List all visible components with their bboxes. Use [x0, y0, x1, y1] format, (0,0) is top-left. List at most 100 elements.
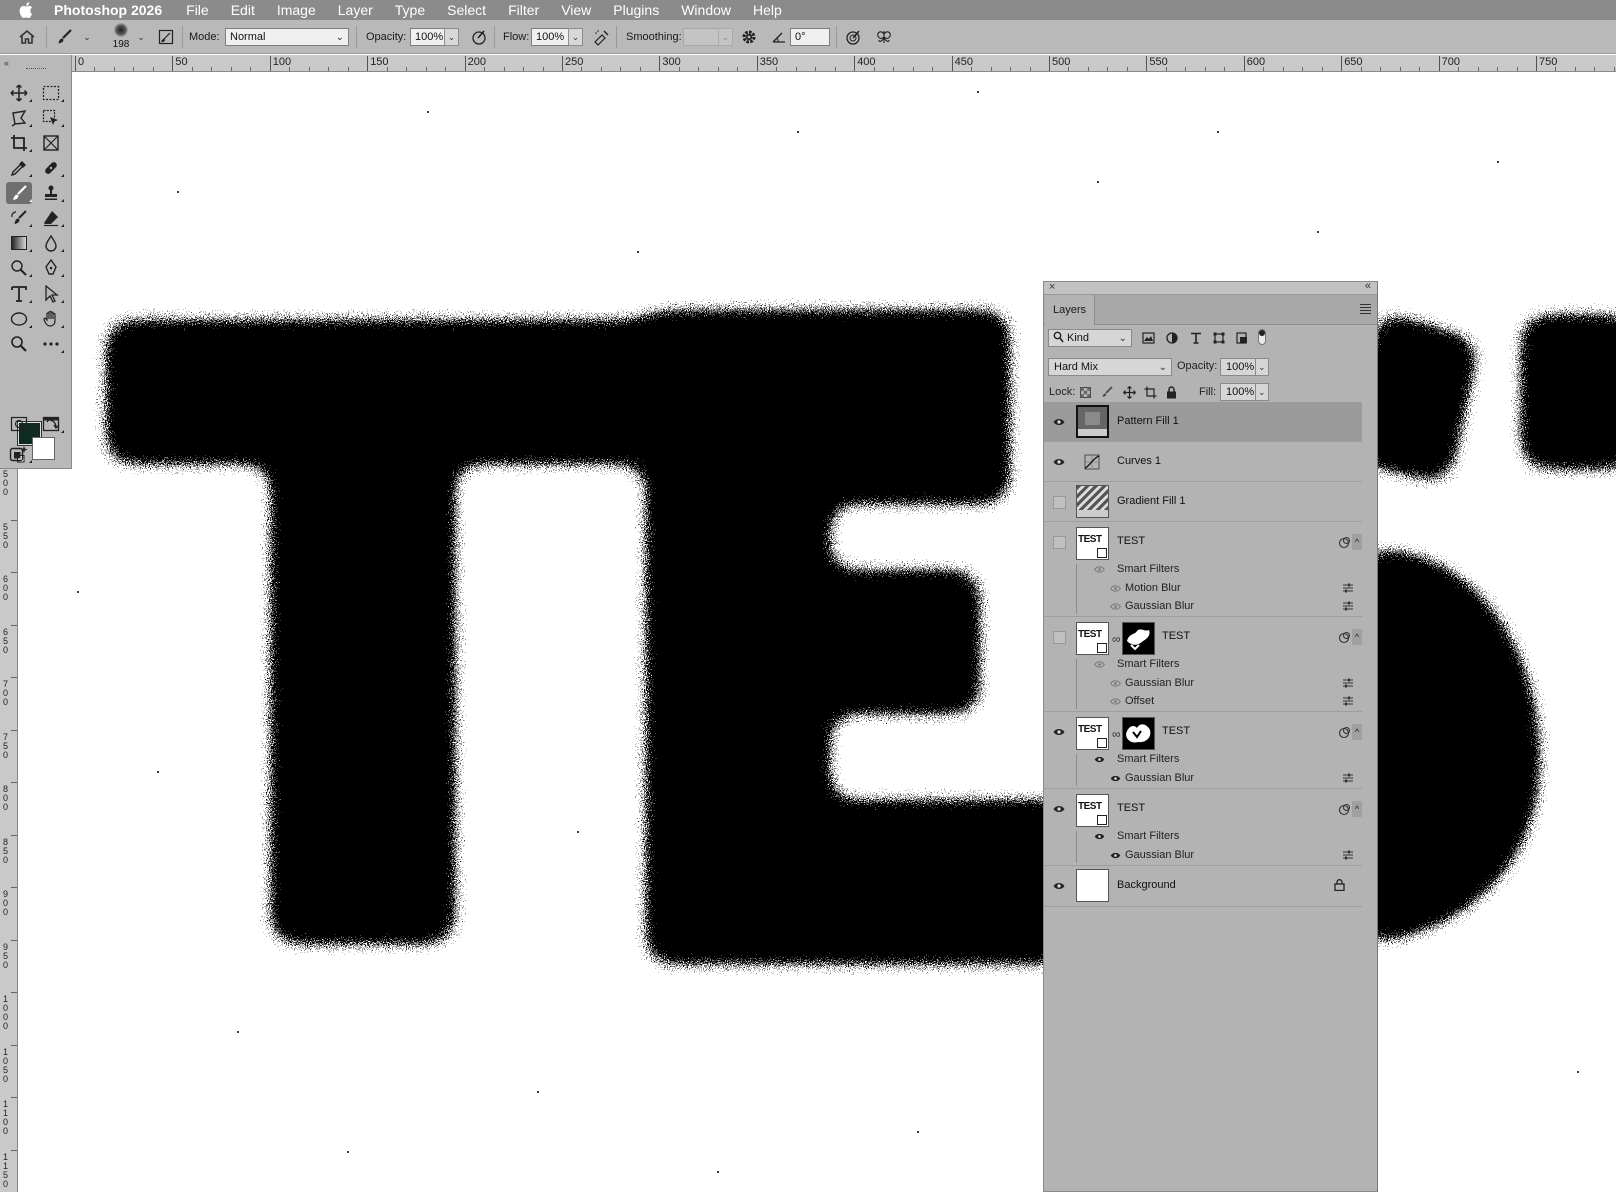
marquee-icon[interactable] — [38, 82, 64, 104]
filter-row-gaussian-blur[interactable]: Gaussian Blur — [1076, 597, 1362, 615]
frame-icon[interactable] — [38, 132, 64, 154]
eye-icon[interactable] — [1052, 725, 1066, 739]
layer-opacity-dropdown[interactable]: ⌄ — [1255, 358, 1269, 376]
chevron-down-icon[interactable]: ⌄ — [134, 26, 148, 48]
layer-row-test-4[interactable]: TEST TEST ^ Smart Filters Gaussian Blur — [1044, 789, 1362, 866]
eye-icon[interactable] — [1052, 879, 1066, 893]
lock-artboard-icon[interactable] — [1142, 384, 1158, 400]
chevron-down-icon[interactable]: ⌄ — [80, 26, 94, 48]
move-icon[interactable] — [6, 82, 32, 104]
fill-input[interactable]: 100% — [1220, 383, 1256, 401]
panel-collapse-icon[interactable]: « — [1365, 280, 1371, 292]
brush-size-preview[interactable]: 198 — [106, 23, 136, 53]
layer-row-test-1[interactable]: TEST TEST ^ Smart Filters Motion Blur Ga… — [1044, 522, 1362, 617]
visibility-toggle[interactable] — [1052, 535, 1066, 549]
layer-name[interactable]: Background — [1117, 879, 1176, 891]
filter-options-icon[interactable] — [1342, 600, 1354, 612]
menu-window[interactable]: Window — [670, 0, 742, 20]
eye-icon[interactable] — [1092, 657, 1106, 671]
filter-row-offset[interactable]: Offset — [1076, 692, 1362, 710]
layer-row-test-3[interactable]: TEST ∞ TEST ^ Smart Filters Gaussian Blu… — [1044, 712, 1362, 789]
filter-row-motion-blur[interactable]: Motion Blur — [1076, 579, 1362, 597]
lock-icon[interactable] — [1334, 879, 1345, 891]
screen-mode-icon[interactable] — [38, 413, 64, 435]
dodge-icon[interactable] — [6, 257, 32, 279]
chevron-up-icon[interactable]: ^ — [1352, 801, 1362, 817]
brush-preset-icon[interactable] — [54, 26, 76, 48]
smoothing-dropdown[interactable]: ⌄ — [718, 28, 733, 46]
airbrush-icon[interactable] — [590, 26, 612, 48]
eye-icon[interactable] — [1092, 752, 1106, 766]
menu-filter[interactable]: Filter — [497, 0, 550, 20]
pressure-opacity-icon[interactable] — [468, 26, 490, 48]
apple-icon[interactable] — [16, 0, 36, 20]
layer-name[interactable]: TEST — [1162, 725, 1190, 737]
eyedropper-icon[interactable] — [6, 157, 32, 179]
eye-icon[interactable] — [1092, 829, 1106, 843]
layer-row-background[interactable]: Background — [1044, 866, 1362, 907]
lock-pixels-icon[interactable] — [1099, 384, 1115, 400]
history-brush-icon[interactable] — [6, 207, 32, 229]
object-select-icon[interactable] — [38, 107, 64, 129]
lock-all-icon[interactable] — [1163, 384, 1179, 400]
lasso-icon[interactable] — [6, 107, 32, 129]
visibility-toggle[interactable] — [1052, 630, 1066, 644]
app-menu[interactable]: Photoshop 2026 — [46, 0, 175, 20]
generative-icon[interactable] — [6, 443, 32, 465]
pen-icon[interactable] — [38, 257, 64, 279]
layer-list-scrollbar[interactable] — [1362, 522, 1370, 908]
layer-name[interactable]: TEST — [1117, 802, 1145, 814]
filter-row-gaussian-blur[interactable]: Gaussian Blur — [1076, 769, 1362, 787]
smart-filters-row[interactable]: Smart Filters — [1076, 750, 1362, 768]
visibility-toggle[interactable] — [1052, 495, 1066, 509]
filter-pixel-icon[interactable] — [1140, 330, 1156, 346]
menu-plugins[interactable]: Plugins — [602, 0, 670, 20]
home-icon[interactable] — [16, 26, 38, 48]
filter-options-icon[interactable] — [1342, 677, 1354, 689]
filter-options-icon[interactable] — [1342, 772, 1354, 784]
eye-icon[interactable] — [1108, 771, 1122, 785]
link-icon[interactable]: ∞ — [1112, 727, 1121, 741]
fill-dropdown[interactable]: ⌄ — [1255, 383, 1269, 401]
gradient-icon[interactable] — [6, 232, 32, 254]
eye-icon[interactable] — [1052, 415, 1066, 429]
brush-settings-icon[interactable] — [155, 26, 177, 48]
smoothing-input[interactable] — [683, 28, 719, 46]
filter-toggle-switch[interactable] — [1258, 329, 1266, 345]
layer-name[interactable]: Curves 1 — [1117, 455, 1161, 467]
filter-shape-icon[interactable] — [1211, 330, 1227, 346]
crop-icon[interactable] — [6, 132, 32, 154]
eraser-icon[interactable] — [38, 207, 64, 229]
menu-layer[interactable]: Layer — [327, 0, 384, 20]
link-icon[interactable]: ∞ — [1112, 632, 1121, 646]
background-color-swatch[interactable] — [32, 437, 55, 460]
pressure-size-icon[interactable] — [842, 26, 864, 48]
layer-mask-thumbnail[interactable] — [1122, 622, 1155, 655]
layer-name[interactable]: Pattern Fill 1 — [1117, 415, 1179, 427]
layer-row-pattern-fill[interactable]: Pattern Fill 1 — [1044, 402, 1362, 442]
stamp-icon[interactable] — [38, 182, 64, 204]
filter-row-gaussian-blur[interactable]: Gaussian Blur — [1076, 846, 1362, 864]
menu-select[interactable]: Select — [436, 0, 497, 20]
smart-filters-row[interactable]: Smart Filters — [1076, 655, 1362, 673]
filter-adjustment-icon[interactable] — [1164, 330, 1180, 346]
path-select-icon[interactable] — [38, 283, 64, 305]
zoom-icon[interactable] — [6, 333, 32, 355]
eye-icon[interactable] — [1108, 599, 1122, 613]
lock-transparency-icon[interactable] — [1077, 384, 1093, 400]
brush-icon[interactable] — [6, 182, 32, 204]
layer-name[interactable]: TEST — [1162, 630, 1190, 642]
hand-icon[interactable] — [38, 308, 64, 330]
smart-object-badge-icon[interactable] — [1336, 534, 1352, 550]
more-tools-icon[interactable] — [38, 333, 64, 355]
chevron-up-icon[interactable]: ^ — [1352, 724, 1362, 740]
menu-edit[interactable]: Edit — [220, 0, 266, 20]
smart-object-badge-icon[interactable] — [1336, 629, 1352, 645]
layer-mask-thumbnail[interactable] — [1122, 717, 1155, 750]
filter-options-icon[interactable] — [1342, 695, 1354, 707]
lock-position-icon[interactable] — [1121, 384, 1137, 400]
symmetry-icon[interactable] — [873, 26, 895, 48]
smart-filters-row[interactable]: Smart Filters — [1076, 560, 1362, 578]
tab-layers[interactable]: Layers — [1045, 295, 1095, 325]
panel-grip[interactable] — [26, 68, 46, 70]
